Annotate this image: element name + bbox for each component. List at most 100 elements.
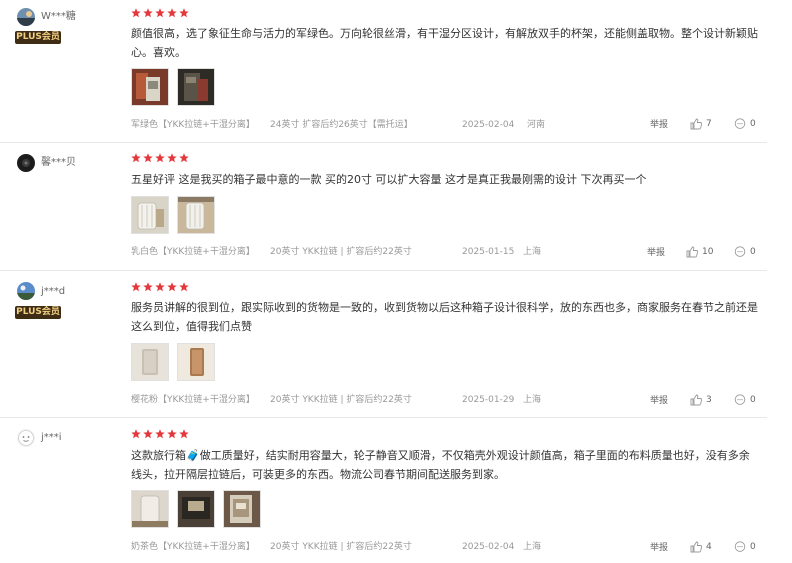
user-avatar[interactable] xyxy=(17,8,35,26)
comment-button[interactable]: 0 xyxy=(734,246,756,258)
review-text: 五星好评 这是我买的箱子最中意的一款 买的20寸 可以扩大容量 这才是真正我最刚… xyxy=(131,173,647,186)
comment-bubble-icon xyxy=(734,541,746,553)
size-spec: 20英寸 YKK拉链 | 扩容后约22英寸 xyxy=(270,542,412,552)
star-icon xyxy=(179,153,189,163)
star-icon xyxy=(131,282,141,292)
star-icon xyxy=(155,153,165,163)
star-icon xyxy=(179,429,189,439)
review-text: 服务员讲解的很到位，跟实际收到的货物是一致的，收到货物以后这种箱子设计很科学，放… xyxy=(131,301,758,333)
review-photo-thumbnail[interactable] xyxy=(177,343,215,381)
review-divider xyxy=(0,417,767,418)
review-location: 河南 xyxy=(527,120,546,130)
comment-count: 0 xyxy=(750,247,756,257)
like-button[interactable]: 3 xyxy=(690,394,712,406)
like-button[interactable]: 4 xyxy=(690,541,712,553)
like-count: 7 xyxy=(706,119,712,129)
review-text: 颜值很高，选了象征生命与活力的军绿色。万向轮很丝滑，有干湿分区设计，有解放双手的… xyxy=(131,27,758,59)
report-link[interactable]: 举报 xyxy=(650,119,668,131)
star-icon xyxy=(131,153,141,163)
like-count: 3 xyxy=(706,395,712,405)
like-button[interactable]: 7 xyxy=(690,118,712,130)
review-location: 上海 xyxy=(523,542,542,552)
star-icon xyxy=(143,153,153,163)
comment-button[interactable]: 0 xyxy=(734,118,756,130)
star-icon xyxy=(167,8,177,18)
star-rating xyxy=(131,429,189,439)
review-photo-thumbnail[interactable] xyxy=(131,196,169,234)
star-rating xyxy=(131,153,189,163)
thumbs-up-icon xyxy=(686,246,698,258)
size-spec: 20英寸 YKK拉链 | 扩容后约22英寸 xyxy=(270,395,412,405)
star-rating xyxy=(131,282,189,292)
star-rating xyxy=(131,8,189,18)
star-icon xyxy=(167,153,177,163)
review-date: 2025-02-04 xyxy=(462,120,515,130)
star-icon xyxy=(155,429,165,439)
review-location: 上海 xyxy=(523,247,542,257)
star-icon xyxy=(143,8,153,18)
star-icon xyxy=(179,8,189,18)
report-link[interactable]: 举报 xyxy=(650,395,668,407)
like-button[interactable]: 10 xyxy=(686,246,713,258)
star-icon xyxy=(155,282,165,292)
like-count: 10 xyxy=(702,247,714,257)
comment-bubble-icon xyxy=(734,246,746,258)
review-photo-thumbnail[interactable] xyxy=(131,343,169,381)
username: j***i xyxy=(41,432,62,443)
comment-bubble-icon xyxy=(734,394,746,406)
review-date: 2025-01-15 xyxy=(462,247,515,257)
review-photo-thumbnail[interactable] xyxy=(177,490,215,528)
comment-count: 0 xyxy=(750,395,756,405)
comment-button[interactable]: 0 xyxy=(734,541,756,553)
review-photos xyxy=(131,490,261,528)
review-photos xyxy=(131,196,215,234)
review-divider xyxy=(0,142,767,143)
review-photo-thumbnail[interactable] xyxy=(177,68,215,106)
star-icon xyxy=(167,429,177,439)
user-avatar[interactable] xyxy=(17,154,35,172)
color-spec: 乳白色【YKK拉链+干湿分离】 xyxy=(131,247,255,257)
review-date: 2025-01-29 xyxy=(462,395,515,405)
star-icon xyxy=(155,8,165,18)
star-icon xyxy=(167,282,177,292)
size-spec: 20英寸 YKK拉链 | 扩容后约22英寸 xyxy=(270,247,412,257)
star-icon xyxy=(131,429,141,439)
thumbs-up-icon xyxy=(690,541,702,553)
report-label: 举报 xyxy=(650,543,669,553)
report-link[interactable]: 举报 xyxy=(647,247,665,259)
plus-member-badge: PLUS会员 xyxy=(15,306,61,319)
color-spec: 军绿色【YKK拉链+干湿分离】 xyxy=(131,120,255,130)
star-icon xyxy=(131,8,141,18)
star-icon xyxy=(143,282,153,292)
review-text: 这款旅行箱🧳做工质量好，结实耐用容量大，轮子静音又顺滑，不仅箱壳外观设计颜值高，… xyxy=(131,449,750,481)
user-avatar[interactable] xyxy=(17,429,35,447)
comment-count: 0 xyxy=(750,119,756,129)
comment-bubble-icon xyxy=(734,118,746,130)
size-spec: 24英寸 扩容后约26英寸【需托运】 xyxy=(270,120,413,130)
user-avatar[interactable] xyxy=(17,282,35,300)
username: 馨***贝 xyxy=(41,157,76,168)
review-photo-thumbnail[interactable] xyxy=(177,196,215,234)
report-label: 举报 xyxy=(650,396,669,406)
comment-button[interactable]: 0 xyxy=(734,394,756,406)
review-photo-thumbnail[interactable] xyxy=(131,490,169,528)
review-photo-thumbnail[interactable] xyxy=(131,68,169,106)
plus-member-badge: PLUS会员 xyxy=(15,31,61,44)
like-count: 4 xyxy=(706,542,712,552)
review-date: 2025-02-04 xyxy=(462,542,515,552)
report-link[interactable]: 举报 xyxy=(650,542,668,554)
color-spec: 奶茶色【YKK拉链+干湿分离】 xyxy=(131,542,255,552)
comment-count: 0 xyxy=(750,542,756,552)
review-photo-thumbnail[interactable] xyxy=(223,490,261,528)
thumbs-up-icon xyxy=(690,394,702,406)
star-icon xyxy=(143,429,153,439)
color-spec: 樱花粉【YKK拉链+干湿分离】 xyxy=(131,395,255,405)
username: j***d xyxy=(41,286,66,297)
review-divider xyxy=(0,270,767,271)
report-label: 举报 xyxy=(650,120,669,130)
review-photos xyxy=(131,68,215,106)
thumbs-up-icon xyxy=(690,118,702,130)
review-location: 上海 xyxy=(523,395,542,405)
username: W***糖 xyxy=(41,11,76,22)
report-label: 举报 xyxy=(647,248,666,258)
